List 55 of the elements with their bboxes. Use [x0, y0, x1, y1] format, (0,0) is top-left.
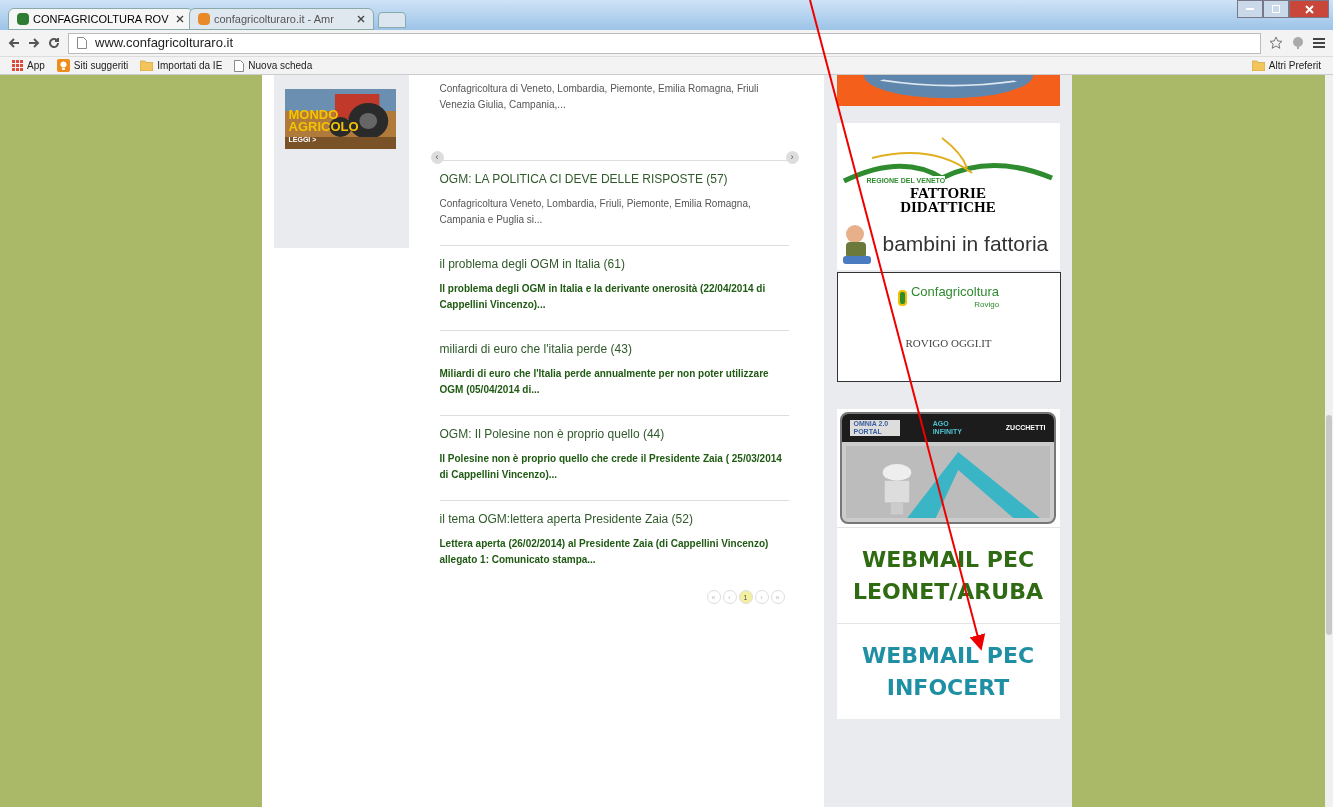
star-icon[interactable]: [1269, 36, 1283, 50]
article-title[interactable]: miliardi di euro che l'italia perde (43): [439, 340, 789, 358]
article-excerpt: Miliardi di euro che l'Italia perde annualmente per non poter utilizzare OGM (05/04/2014 di...: [439, 367, 770, 397]
article-title[interactable]: OGM: Il Polesine non è proprio quello (44): [439, 425, 789, 443]
maximize-button[interactable]: [1263, 0, 1289, 18]
back-icon[interactable]: [8, 37, 20, 49]
article-excerpt: Lettera aperta (26/02/2014) al Presidente Zaia (di Cappellini Vincenzo) allegato 1: Comunicato stampa...: [439, 537, 770, 567]
url-text: www.confagricolturaro.it: [95, 34, 233, 53]
close-window-button[interactable]: [1289, 0, 1329, 18]
close-icon[interactable]: [357, 15, 365, 23]
browser-tab[interactable]: confagricolturaro.it - Amr: [189, 8, 374, 30]
bookmark-item[interactable]: Altri Preferit: [1251, 58, 1321, 73]
maximize-icon: [1272, 5, 1280, 13]
logo-city: Rovigo: [974, 299, 1000, 311]
bookmark-item[interactable]: Importati da IE: [140, 58, 223, 73]
apps-icon: [12, 60, 23, 71]
bookmark-item[interactable]: App: [12, 58, 45, 73]
close-icon[interactable]: [176, 15, 184, 23]
bambini-banner[interactable]: bambini in fattoria: [836, 218, 1060, 270]
browser-tab[interactable]: CONFAGRICOLTURA ROV: [8, 8, 193, 30]
webmail-line: WEBMAIL PEC: [861, 641, 1035, 670]
bambini-title: bambini in fattoria: [882, 231, 1049, 258]
site-logo-icon: [17, 13, 29, 25]
article-title[interactable]: OGM: LA POLITICA CI DEVE DELLE RISPOSTE (57): [439, 170, 789, 188]
article-excerpt: Confagricoltura di Veneto, Lombardia, Piemonte, Emilia Romagna, Friuli Venezia Giulia, Campania,...: [439, 82, 760, 112]
article-excerpt: Il Polesine non è proprio quello che crede il Presidente Zaia ( 25/03/2014 di Cappellini Vincenzo)...: [439, 452, 783, 482]
news-logo: ROVIGO OGGI.IT: [905, 336, 992, 351]
forward-icon[interactable]: [28, 37, 40, 49]
close-icon: [1304, 4, 1314, 14]
webmail-banner[interactable]: WEBMAIL PEC INFOCERT: [836, 623, 1060, 719]
folder-icon: [1251, 60, 1265, 71]
confagricoltura-logo-icon: [897, 290, 907, 306]
menu-icon[interactable]: [1313, 37, 1325, 49]
minimize-button[interactable]: [1237, 0, 1263, 18]
fattorie-title: FATTORIE DIDATTICHE: [899, 186, 997, 214]
reload-icon[interactable]: [48, 37, 60, 49]
bookmark-item[interactable]: Nuova scheda: [234, 58, 313, 73]
scrollbar-thumb[interactable]: [1326, 415, 1332, 635]
bookmark-item[interactable]: Siti suggeriti: [56, 58, 129, 73]
minimize-icon: [1246, 8, 1254, 10]
tab-title: confagricolturaro.it - Amr: [214, 11, 335, 27]
folder-icon: [140, 60, 154, 71]
cms-logo-icon: [198, 13, 210, 25]
webmail-line: INFOCERT: [886, 673, 1010, 702]
page-icon: [77, 37, 87, 49]
carousel-prev-button[interactable]: ‹: [430, 151, 444, 164]
article-excerpt: Confagricoltura Veneto, Lombardia, Friuli, Piemonte, Emilia Romagna, Campania e Puglia si...: [439, 197, 752, 227]
logo-name: Confagricoltura: [910, 285, 1000, 299]
article-title[interactable]: il tema OGM:lettera aperta Presidente Zaia (52): [439, 510, 789, 528]
carousel-next-button[interactable]: ›: [785, 151, 799, 164]
address-field[interactable]: www.confagricolturaro.it: [68, 32, 1261, 54]
article-excerpt: Il problema degli OGM in Italia e la derivante onerosità (22/04/2014 di Cappellini Vincenzo)...: [439, 282, 767, 312]
article-title[interactable]: il problema degli OGM in Italia (61): [439, 255, 789, 273]
tab-title: CONFAGRICOLTURA ROV: [33, 11, 170, 27]
confagricoltura-banner[interactable]: Confagricoltura Rovigo ROVIGO OGGI.IT: [836, 272, 1061, 382]
